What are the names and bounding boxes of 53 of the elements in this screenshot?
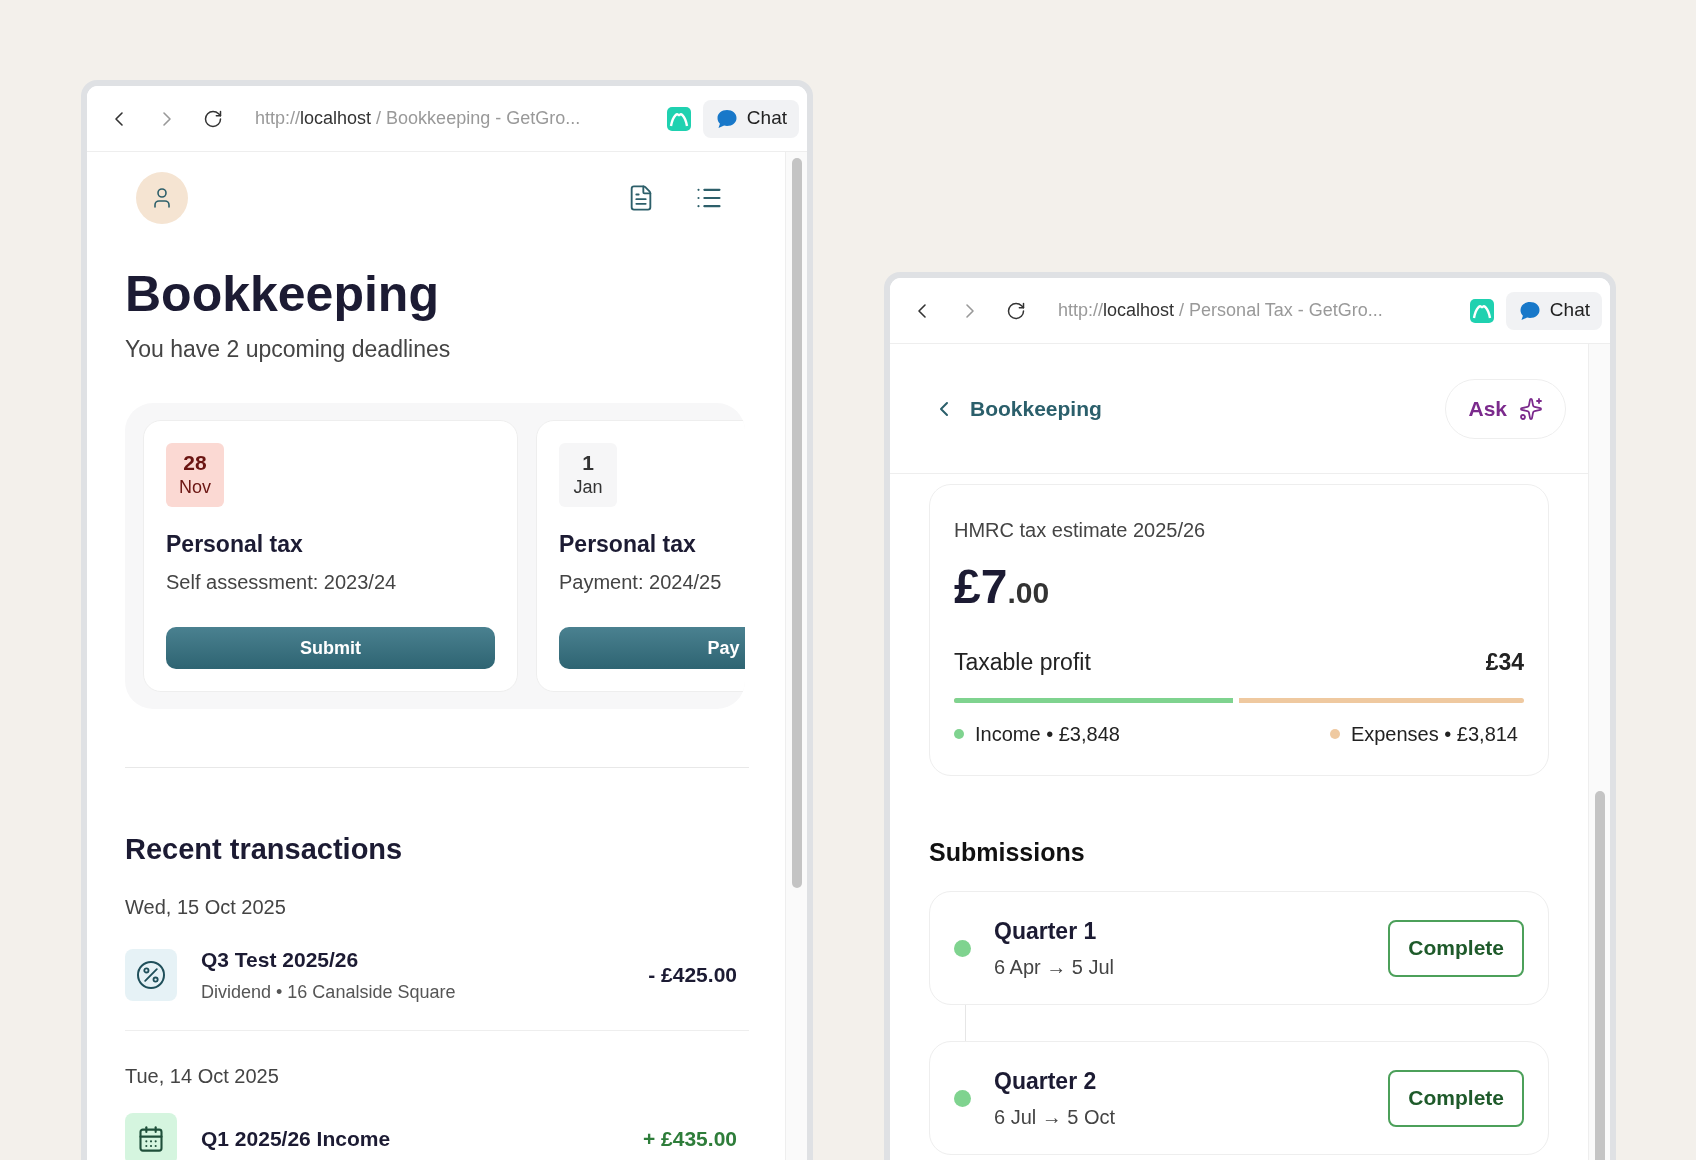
deadline-detail: Payment: 2024/25 bbox=[559, 570, 723, 595]
calendar-icon bbox=[137, 1125, 165, 1153]
reload-icon[interactable] bbox=[203, 108, 223, 129]
status-button[interactable]: Complete bbox=[1388, 1069, 1524, 1127]
address-bar[interactable]: http://localhost / Personal Tax - GetGro... bbox=[1058, 297, 1458, 324]
deadline-detail: Self assessment: 2023/24 bbox=[166, 570, 398, 595]
income-legend: Income • £3,848 bbox=[975, 718, 1120, 749]
date-day: 28 bbox=[183, 450, 207, 475]
submission-title: Quarter 2 bbox=[994, 1066, 1098, 1096]
deadline-action-button[interactable]: Pay bbox=[559, 627, 745, 669]
profit-label: Taxable profit bbox=[954, 648, 1091, 677]
transaction-date: Tue, 14 Oct 2025 bbox=[125, 1064, 280, 1089]
avatar[interactable] bbox=[136, 172, 188, 224]
app-logo-icon[interactable] bbox=[666, 106, 691, 131]
transaction-detail: Dividend • 16 Canalside Square bbox=[201, 981, 457, 1004]
scrollbar-thumb[interactable] bbox=[1595, 791, 1605, 1160]
submission-period: 6 Jul → 5 Oct bbox=[994, 1105, 1117, 1131]
estimate-label: HMRC tax estimate 2025/26 bbox=[954, 518, 1207, 543]
date-month: Nov bbox=[179, 475, 211, 499]
date-day: 1 bbox=[582, 450, 594, 475]
transaction-date: Wed, 15 Oct 2025 bbox=[125, 894, 287, 920]
deadline-title: Personal tax bbox=[559, 529, 697, 559]
scrollbar-track[interactable] bbox=[1588, 344, 1610, 1160]
address-bar[interactable]: http://localhost / Bookkeeping - GetGro... bbox=[255, 105, 655, 132]
transaction-title: Q1 2025/26 Income bbox=[201, 1126, 392, 1153]
transaction-amount: - £425.00 bbox=[648, 962, 737, 988]
date-month: Jan bbox=[573, 475, 603, 499]
page-subtitle: You have 2 upcoming deadlines bbox=[125, 335, 452, 364]
submission-card[interactable]: Quarter 1 6 Apr → 5 Jul Complete bbox=[929, 891, 1549, 1005]
transaction-amount: + £435.00 bbox=[643, 1126, 737, 1153]
page-title: Bookkeeping bbox=[125, 266, 440, 322]
deadline-action-button[interactable]: Submit bbox=[166, 627, 495, 669]
back-link[interactable]: Bookkeeping bbox=[970, 392, 1102, 425]
expenses-legend: Expenses • £3,814 bbox=[1350, 718, 1518, 749]
chat-button[interactable]: Chat bbox=[702, 99, 799, 138]
reload-icon[interactable] bbox=[1006, 300, 1026, 321]
app-logo-icon[interactable] bbox=[1469, 298, 1494, 323]
submission-title: Quarter 1 bbox=[994, 916, 1098, 946]
scrollbar-thumb[interactable] bbox=[792, 158, 802, 888]
sparkles-icon bbox=[1519, 396, 1543, 421]
section-heading: Recent transactions bbox=[125, 832, 404, 867]
profit-value: £34 bbox=[1485, 648, 1524, 677]
submission-card[interactable]: Quarter 2 6 Jul → 5 Oct Complete bbox=[929, 1041, 1549, 1155]
submission-period: 6 Apr → 5 Jul bbox=[994, 955, 1116, 981]
status-button[interactable]: Complete bbox=[1388, 919, 1524, 977]
section-heading: Submissions bbox=[929, 836, 1086, 868]
scrollbar-track[interactable] bbox=[785, 152, 807, 1160]
chat-button[interactable]: Chat bbox=[1505, 291, 1602, 330]
deadline-title: Personal tax bbox=[166, 529, 304, 559]
ask-button[interactable]: Ask bbox=[1445, 378, 1566, 439]
estimate-amount: £7.00 bbox=[954, 559, 1051, 615]
percent-icon bbox=[137, 960, 165, 989]
transaction-title: Q3 Test 2025/26 bbox=[201, 946, 360, 973]
